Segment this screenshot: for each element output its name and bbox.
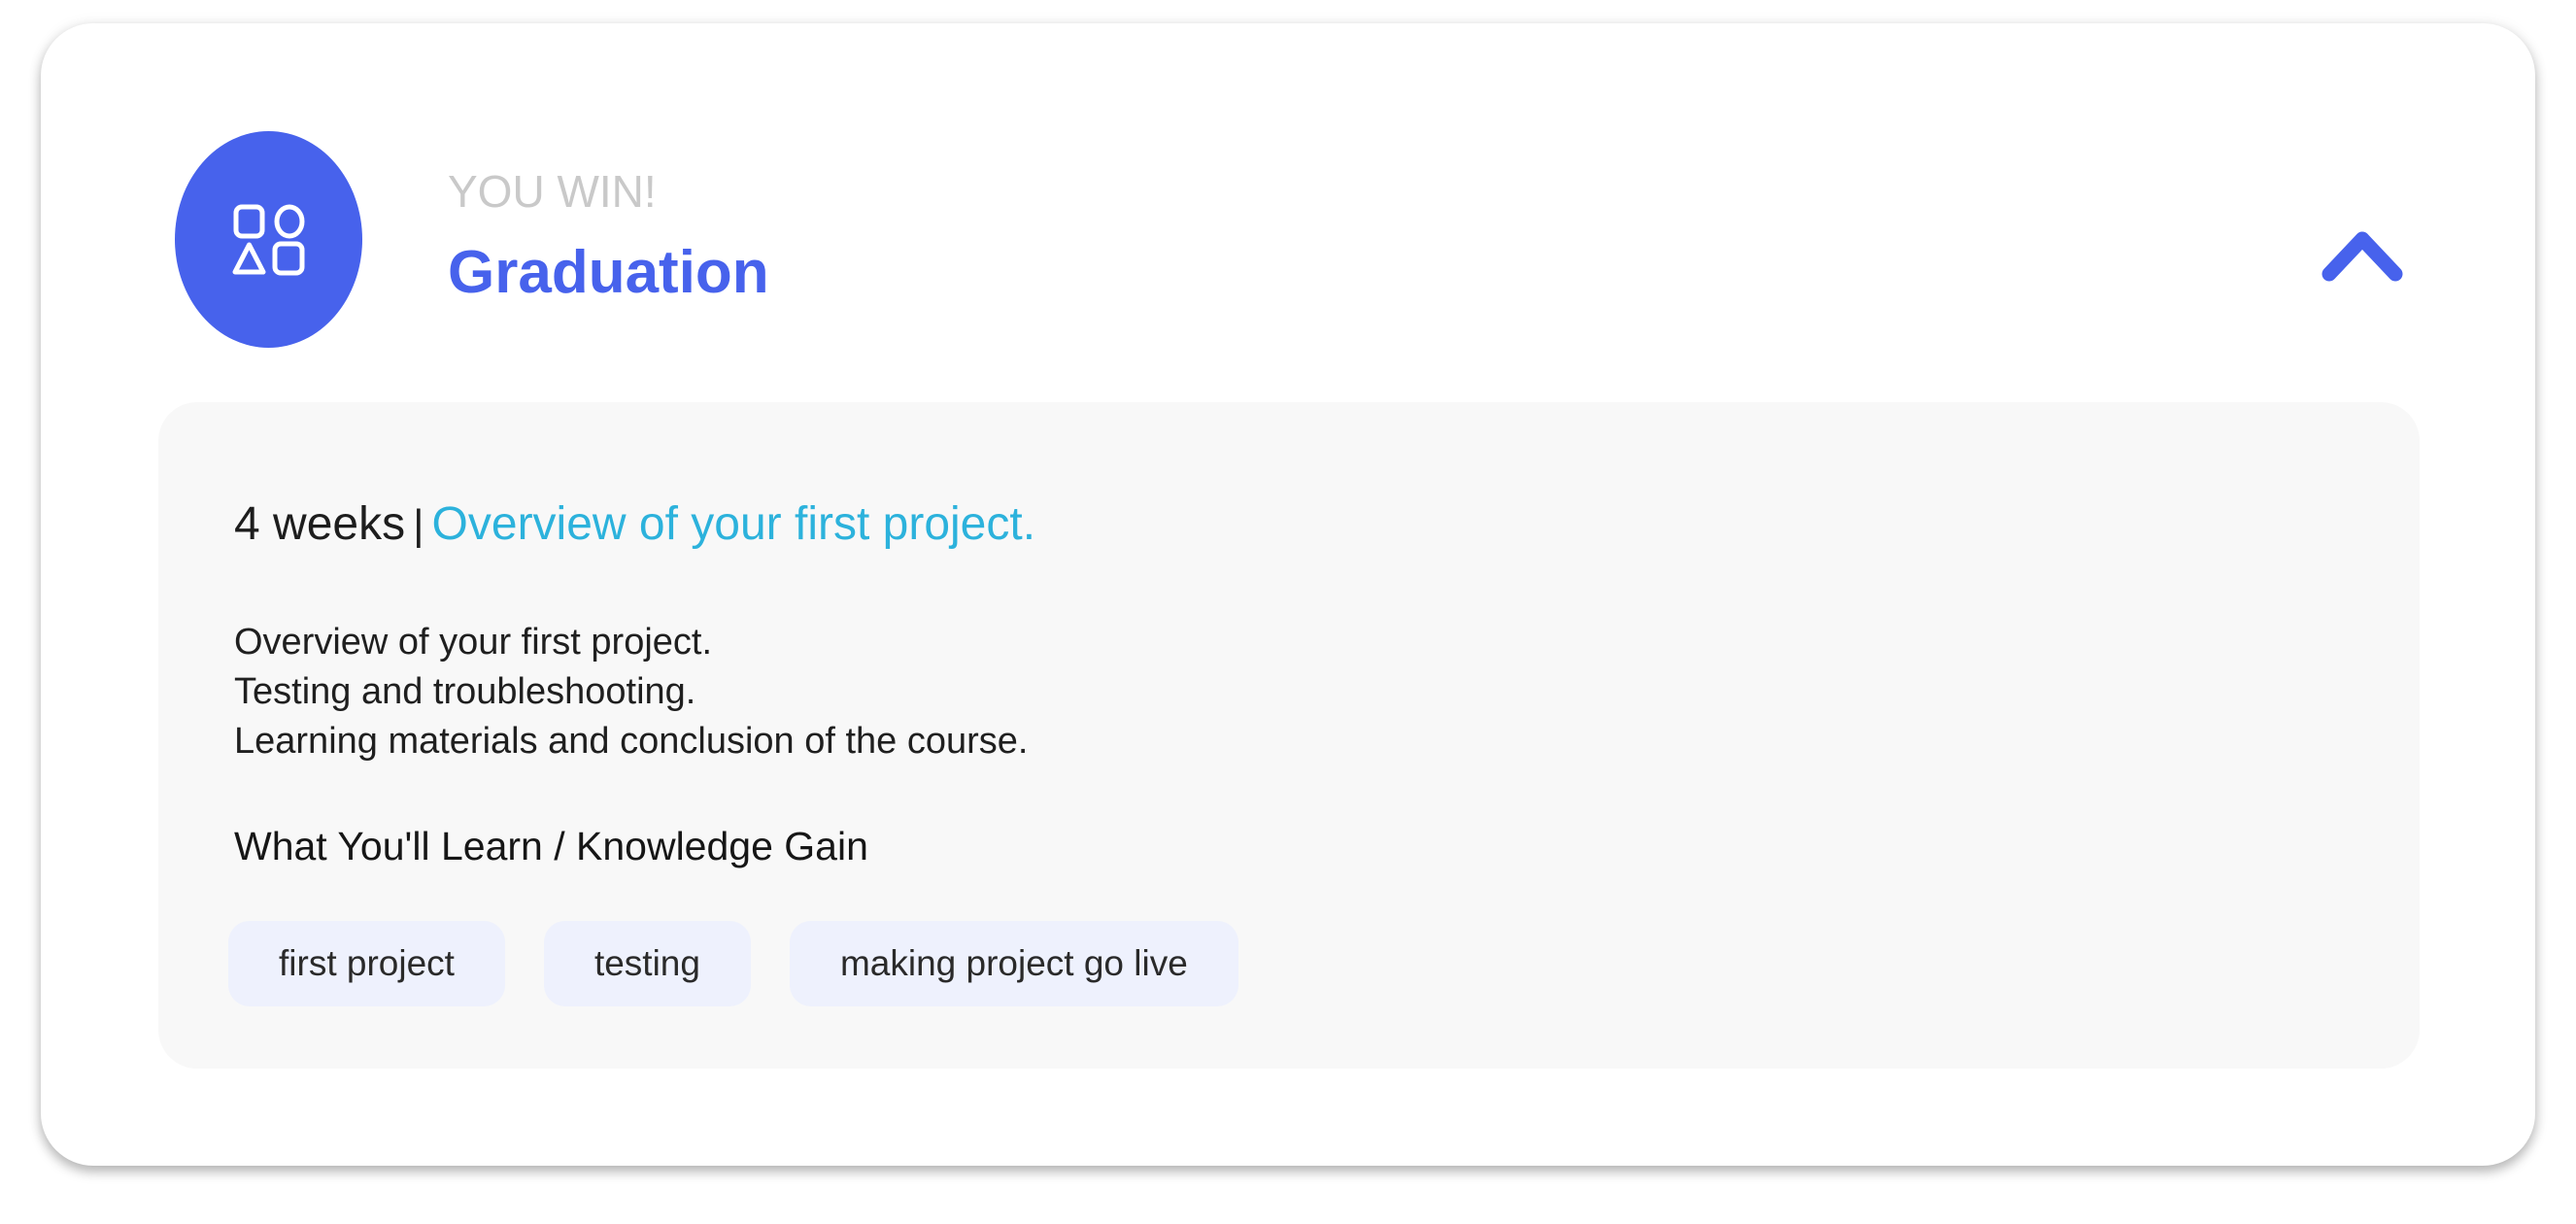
overview-link[interactable]: Overview of your first project. <box>432 498 1036 550</box>
description-line: Testing and troubleshooting. <box>234 671 696 712</box>
module-description: Overview of your first project. Testing … <box>234 618 1028 766</box>
module-avatar <box>175 131 362 348</box>
duration-label: 4 weeks <box>234 498 406 550</box>
module-header[interactable]: YOU WIN! Graduation <box>41 23 2535 392</box>
meta-separator: | <box>413 501 424 549</box>
module-kicker: YOU WIN! <box>448 166 657 217</box>
tag-list: first project testing making project go … <box>228 921 1238 1006</box>
module-details-panel: 4 weeks | Overview of your first project. … <box>158 402 2420 1069</box>
description-line: Learning materials and conclusion of the… <box>234 721 1029 762</box>
shapes-icon <box>232 204 304 275</box>
module-card: YOU WIN! Graduation 4 weeks | Overview of … <box>41 23 2535 1166</box>
tag-first-project[interactable]: first project <box>228 921 505 1006</box>
module-title: Graduation <box>448 239 769 306</box>
tag-testing[interactable]: testing <box>543 921 751 1006</box>
module-titles: YOU WIN! Graduation <box>448 169 769 303</box>
module-meta: 4 weeks | Overview of your first project. <box>234 501 1035 548</box>
collapse-toggle-button[interactable] <box>2312 216 2413 293</box>
chevron-up-icon <box>2322 231 2403 282</box>
description-line: Overview of your first project. <box>234 622 713 663</box>
learn-heading: What You'll Learn / Knowledge Gain <box>234 824 868 868</box>
tag-making-project-go-live[interactable]: making project go live <box>789 921 1238 1006</box>
